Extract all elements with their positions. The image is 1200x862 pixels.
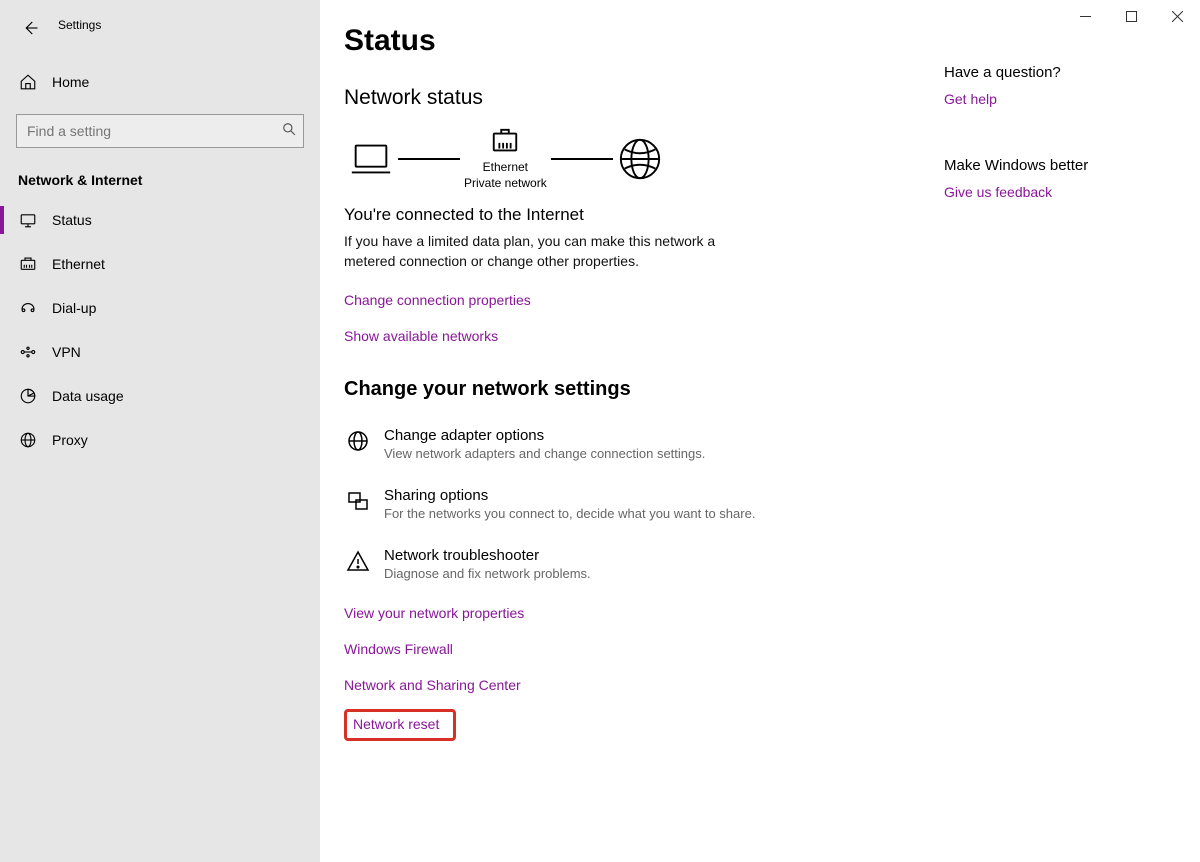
settings-item-desc: Diagnose and fix network problems. bbox=[384, 566, 591, 581]
settings-item-title: Change adapter options bbox=[384, 427, 705, 444]
sharing-icon bbox=[344, 487, 372, 515]
sidebar-item-data-usage[interactable]: Data usage bbox=[0, 374, 320, 418]
sidebar: Settings Home Network & Internet Status … bbox=[0, 0, 320, 862]
view-properties-link[interactable]: View your network properties bbox=[344, 605, 524, 621]
firewall-link[interactable]: Windows Firewall bbox=[344, 641, 453, 657]
home-nav[interactable]: Home bbox=[0, 62, 320, 102]
diagram-eth-sublabel: Private network bbox=[464, 176, 547, 192]
home-label: Home bbox=[52, 74, 89, 90]
search-input[interactable] bbox=[16, 114, 304, 148]
sidebar-item-label: Proxy bbox=[52, 432, 88, 448]
sidebar-item-proxy[interactable]: Proxy bbox=[0, 418, 320, 462]
feedback-link[interactable]: Give us feedback bbox=[944, 184, 1052, 200]
back-button[interactable] bbox=[10, 12, 50, 44]
main-content: Status Network status Ethernet Private n… bbox=[320, 0, 1200, 862]
right-column: Have a question? Get help Make Windows b… bbox=[944, 24, 1184, 862]
sidebar-item-dialup[interactable]: Dial-up bbox=[0, 286, 320, 330]
sidebar-item-label: VPN bbox=[52, 344, 81, 360]
status-description: If you have a limited data plan, you can… bbox=[344, 231, 744, 272]
back-arrow-icon bbox=[21, 19, 39, 37]
network-reset-highlight: Network reset bbox=[344, 709, 456, 741]
change-connection-link[interactable]: Change connection properties bbox=[344, 292, 531, 308]
proxy-icon bbox=[18, 430, 38, 450]
search-wrap bbox=[16, 114, 304, 148]
settings-item-desc: For the networks you connect to, decide … bbox=[384, 506, 755, 521]
better-title: Make Windows better bbox=[944, 157, 1184, 174]
diagram-eth-label: Ethernet bbox=[464, 160, 547, 176]
sidebar-section-title: Network & Internet bbox=[18, 172, 320, 188]
sharing-options-item[interactable]: Sharing options For the networks you con… bbox=[344, 487, 904, 521]
connection-line bbox=[551, 158, 613, 160]
get-help-link[interactable]: Get help bbox=[944, 91, 997, 107]
sidebar-item-label: Status bbox=[52, 212, 92, 228]
troubleshoot-icon bbox=[344, 547, 372, 575]
change-settings-title: Change your network settings bbox=[344, 378, 904, 401]
minimize-button[interactable] bbox=[1062, 0, 1108, 32]
settings-item-title: Sharing options bbox=[384, 487, 755, 504]
sidebar-item-label: Ethernet bbox=[52, 256, 105, 272]
sidebar-item-ethernet[interactable]: Ethernet bbox=[0, 242, 320, 286]
page-title: Status bbox=[344, 24, 904, 58]
status-icon bbox=[18, 210, 38, 230]
ethernet-device-icon bbox=[490, 126, 520, 156]
change-adapter-item[interactable]: Change adapter options View network adap… bbox=[344, 427, 904, 461]
home-icon bbox=[18, 72, 38, 92]
status-headline: You're connected to the Internet bbox=[344, 205, 904, 225]
dialup-icon bbox=[18, 298, 38, 318]
settings-item-title: Network troubleshooter bbox=[384, 547, 591, 564]
sidebar-item-vpn[interactable]: VPN bbox=[0, 330, 320, 374]
network-reset-link[interactable]: Network reset bbox=[353, 716, 439, 732]
network-diagram: Ethernet Private network bbox=[348, 126, 904, 191]
question-title: Have a question? bbox=[944, 64, 1184, 81]
show-networks-link[interactable]: Show available networks bbox=[344, 328, 498, 344]
maximize-icon bbox=[1126, 11, 1137, 22]
ethernet-icon bbox=[18, 254, 38, 274]
close-button[interactable] bbox=[1154, 0, 1200, 32]
minimize-icon bbox=[1080, 11, 1091, 22]
vpn-icon bbox=[18, 342, 38, 362]
globe-icon bbox=[617, 136, 663, 182]
troubleshooter-item[interactable]: Network troubleshooter Diagnose and fix … bbox=[344, 547, 904, 581]
sidebar-item-label: Dial-up bbox=[52, 300, 96, 316]
maximize-button[interactable] bbox=[1108, 0, 1154, 32]
network-status-title: Network status bbox=[344, 86, 904, 110]
sidebar-item-status[interactable]: Status bbox=[0, 198, 320, 242]
settings-item-desc: View network adapters and change connect… bbox=[384, 446, 705, 461]
app-title: Settings bbox=[58, 18, 101, 32]
connection-line bbox=[398, 158, 460, 160]
window-controls bbox=[1062, 0, 1200, 32]
sharing-center-link[interactable]: Network and Sharing Center bbox=[344, 677, 521, 693]
data-usage-icon bbox=[18, 386, 38, 406]
close-icon bbox=[1172, 11, 1183, 22]
adapter-icon bbox=[344, 427, 372, 455]
sidebar-item-label: Data usage bbox=[52, 388, 124, 404]
computer-icon bbox=[348, 136, 394, 182]
